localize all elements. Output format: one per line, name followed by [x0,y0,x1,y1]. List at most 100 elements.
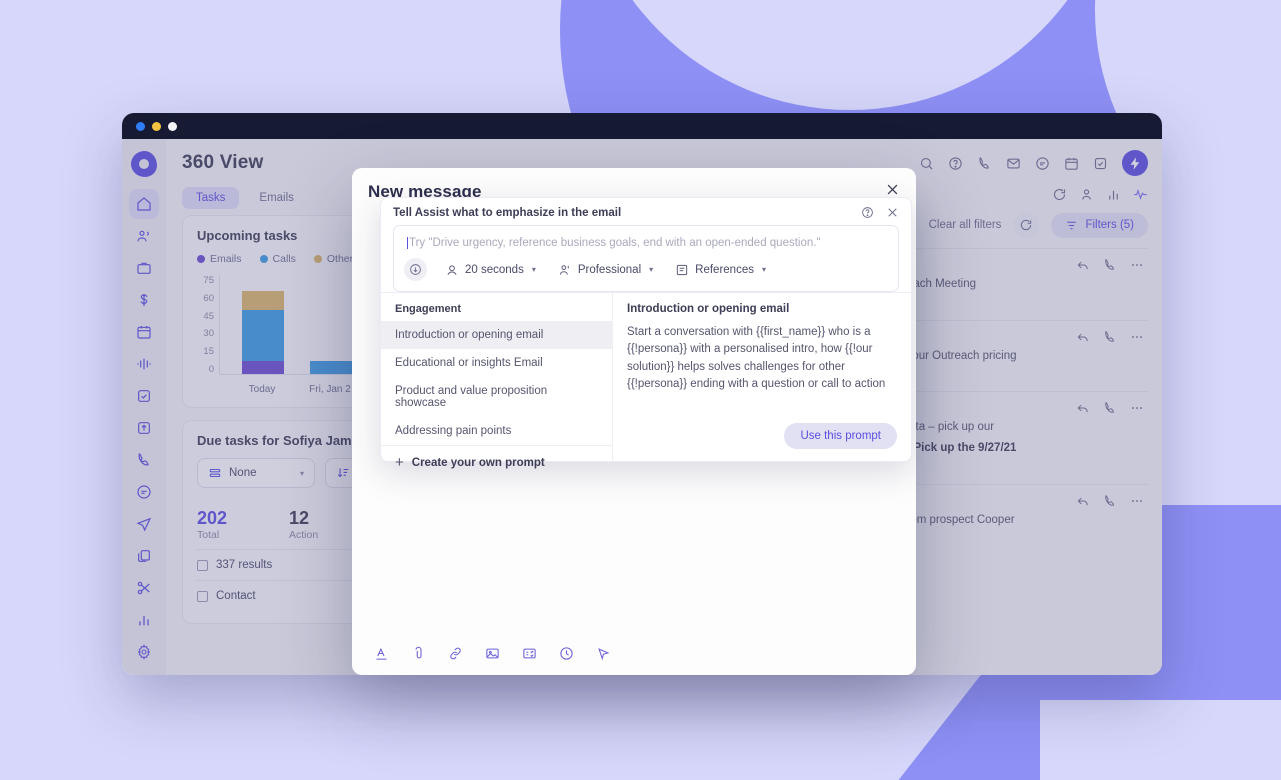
y-tick: 0 [208,363,214,375]
bar-group [242,291,284,374]
reply-icon[interactable] [1076,258,1090,272]
sidebar-item-calendar[interactable] [129,317,159,347]
reply-icon[interactable] [1076,401,1090,415]
sidebar-item-contacts[interactable] [129,221,159,251]
assist-bolt-button[interactable] [1122,150,1148,176]
window-dot-close[interactable] [136,121,145,131]
assist-references-label: References [695,263,754,276]
rows-icon [209,468,221,478]
stat-total-number: 202 [197,508,228,528]
bar-chart-icon[interactable] [1106,187,1121,202]
window-dot-minimize[interactable] [152,121,161,131]
pulse-icon[interactable] [1133,187,1148,202]
chat-icon[interactable] [1035,156,1050,171]
use-this-prompt-button[interactable]: Use this prompt [784,423,897,449]
phone-icon[interactable] [977,156,992,171]
person-dropdown-icon[interactable] [1079,187,1094,202]
assist-references-dropdown[interactable]: References ▾ [667,260,774,280]
more-icon[interactable] [1130,258,1144,272]
home-icon [137,197,151,211]
people-icon [137,230,149,242]
task-icon[interactable] [1093,156,1108,171]
close-icon[interactable] [886,206,899,219]
help-circle-icon[interactable] [861,206,874,219]
refresh-icon[interactable] [1052,187,1067,202]
sidebar-item-snippets[interactable] [129,573,159,603]
phone-icon[interactable] [1103,401,1117,415]
sidebar-item-calls[interactable] [129,445,159,475]
prompt-detail-body: Start a conversation with {{first_name}}… [627,326,886,391]
assist-input[interactable]: Try "Drive urgency, reference business g… [394,226,898,258]
more-icon[interactable] [1130,401,1144,415]
clear-filters-button[interactable]: Clear all filters [929,219,1002,231]
legend-label-calls: Calls [272,253,296,265]
activity-actions [1076,258,1144,272]
text-format-icon[interactable] [374,646,389,661]
template-icon[interactable] [522,646,537,661]
search-icon[interactable] [919,156,934,171]
gear-icon [137,644,151,660]
calendar-icon[interactable] [1064,156,1079,171]
filters-label: Filters (5) [1085,219,1134,231]
image-icon[interactable] [485,646,500,661]
window-dot-maximize[interactable] [168,121,177,131]
send-circle-icon [410,264,421,275]
assist-generate-button[interactable] [404,258,427,281]
legend-swatch-other [313,255,322,263]
sidebar [122,139,166,675]
sidebar-item-conversations[interactable] [129,349,159,379]
stat-total: 202 Total [197,500,289,549]
prompt-list-item[interactable]: Educational or insights Email [381,349,612,377]
briefcase-icon [137,262,151,274]
plus-icon: + [395,454,404,471]
contact-label: Contact [216,590,256,602]
prompt-list-item[interactable]: Product and value proposition showcase [381,377,612,417]
reply-icon[interactable] [1076,330,1090,344]
legend-swatch-emails [197,255,205,263]
prompt-list-item[interactable]: Addressing pain points [381,417,612,445]
sidebar-item-messages[interactable] [129,477,159,507]
refresh-button[interactable] [1013,212,1040,238]
tab-emails[interactable]: Emails [245,187,308,209]
assist-title: Tell Assist what to emphasize in the ema… [393,206,622,219]
more-icon[interactable] [1130,330,1144,344]
phone-icon[interactable] [1103,330,1117,344]
chevron-down-icon: ▾ [649,265,654,274]
checkbox-icon[interactable] [197,559,208,571]
sidebar-item-templates[interactable] [129,541,159,571]
dollar-icon [140,294,148,306]
bar-segment-emails [242,360,284,374]
send-cursor-icon[interactable] [596,646,611,661]
group-by-select[interactable]: None ▾ [197,458,315,488]
sidebar-item-deals[interactable] [129,253,159,283]
filters-button[interactable]: Filters (5) [1051,212,1148,238]
assist-input-wrapper[interactable]: Try "Drive urgency, reference business g… [393,225,899,292]
create-own-prompt-button[interactable]: + Create your own prompt [381,445,612,479]
sidebar-item-settings[interactable] [129,637,159,667]
clock-icon[interactable] [559,646,574,661]
phone-icon[interactable] [1103,258,1117,272]
sidebar-item-sequences[interactable] [129,509,159,539]
sidebar-item-home[interactable] [129,189,159,219]
tab-tasks[interactable]: Tasks [182,187,240,209]
app-logo[interactable] [131,151,157,177]
attachment-icon[interactable] [411,646,426,661]
assist-tone-label: Professional [577,263,642,276]
phone-icon[interactable] [1103,494,1117,508]
legend-item-other: Other [313,253,353,265]
prompt-list-item[interactable]: Introduction or opening email [381,321,612,349]
checkbox-icon[interactable] [197,590,208,602]
assist-header-actions [861,206,899,219]
link-icon[interactable] [448,646,463,661]
more-icon[interactable] [1130,494,1144,508]
sidebar-item-reports[interactable] [129,605,159,635]
reply-icon[interactable] [1076,494,1090,508]
help-icon[interactable] [948,156,963,171]
assist-duration-dropdown[interactable]: 20 seconds ▾ [437,260,544,280]
sidebar-item-import[interactable] [129,413,159,443]
assist-tone-dropdown[interactable]: Professional ▾ [550,260,661,280]
sidebar-item-tasks[interactable] [129,381,159,411]
mail-icon[interactable] [1006,156,1021,171]
sidebar-item-revenue[interactable] [129,285,159,315]
stat-total-label: Total [197,529,220,541]
